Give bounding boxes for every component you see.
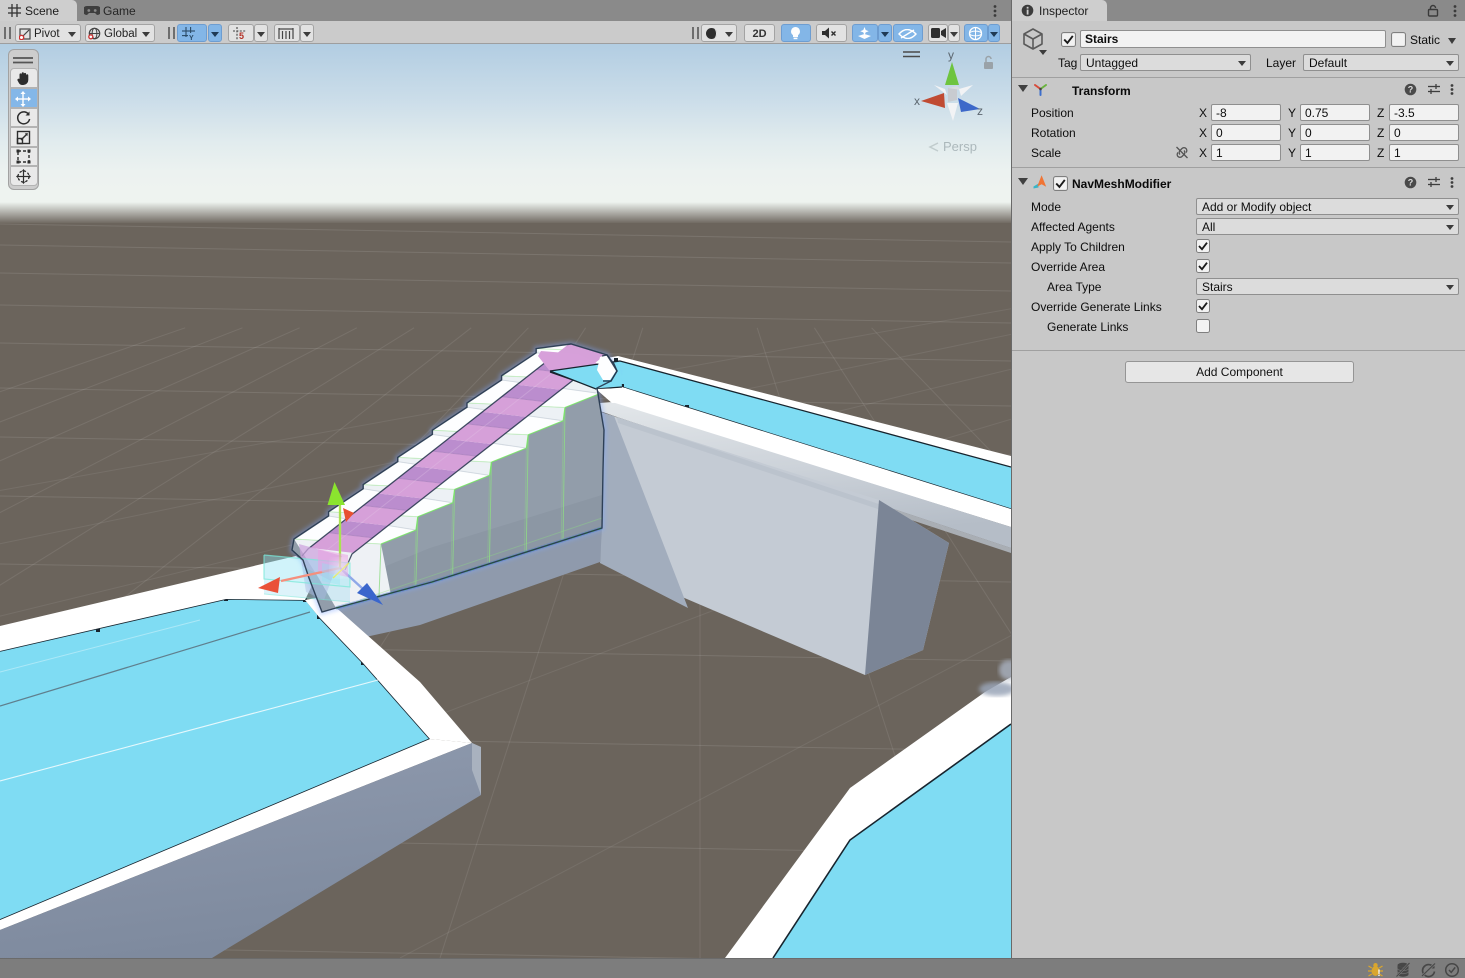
svg-text:?: ? xyxy=(1408,85,1414,95)
svg-text:y: y xyxy=(948,48,954,62)
svg-text:Y: Y xyxy=(189,35,194,40)
svg-text:Persp: Persp xyxy=(943,139,977,154)
svg-text:?: ? xyxy=(1408,178,1414,188)
svg-text:x: x xyxy=(914,94,920,108)
svg-text:!: ! xyxy=(1378,968,1381,978)
svg-text:5: 5 xyxy=(239,31,244,40)
svg-text:z: z xyxy=(977,104,983,118)
